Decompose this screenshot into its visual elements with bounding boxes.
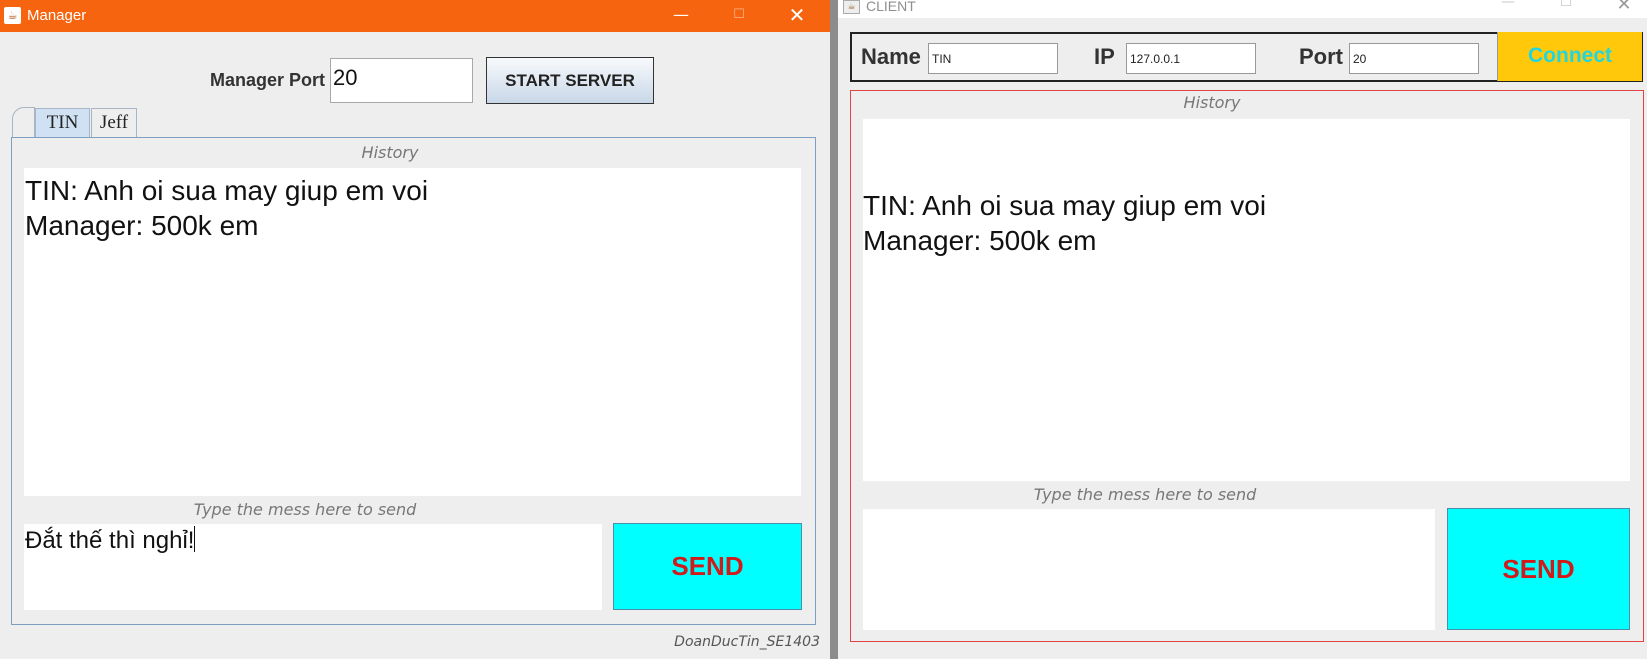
client-send-button[interactable]: SEND [1447,508,1630,630]
port-input[interactable]: 20 [1349,43,1479,74]
minimize-icon[interactable]: — [1485,0,1531,14]
history-line: TIN: Anh oi sua may giup em voi [25,175,429,206]
maximize-icon[interactable]: ☐ [716,0,762,32]
java-app-icon: ☕ [4,7,21,24]
history-caption: History [1183,93,1241,112]
tab-blank[interactable] [12,107,35,139]
history-line: Manager: 500k em [863,225,1097,256]
port-label: Port [1299,44,1343,69]
author-footer: DoanDucTin_SE1403 [674,634,820,650]
manager-history-area[interactable]: TIN: Anh oi sua may giup em voi Manager:… [24,168,801,496]
window-divider [830,0,838,659]
manager-message-input[interactable]: Đắt thế thì nghỉ! [24,524,602,610]
name-label: Name [861,44,921,69]
type-message-caption: Type the mess here to send [193,500,417,519]
manager-port-input[interactable]: 20 [330,58,473,103]
text-caret [194,526,196,552]
type-message-caption: Type the mess here to send [1033,485,1257,504]
close-icon[interactable]: ✕ [774,0,820,32]
ip-label: IP [1094,44,1115,69]
start-server-button[interactable]: START SERVER [486,57,654,104]
manager-titlebar[interactable]: ☕ [0,0,830,32]
tab-tin[interactable]: TIN [35,108,90,139]
minimize-icon[interactable]: — [658,0,704,32]
close-icon[interactable]: ✕ [1601,0,1647,15]
history-line: TIN: Anh oi sua may giup em voi [863,190,1267,221]
history-caption: History [361,143,419,162]
message-text: Đắt thế thì nghỉ! [25,527,195,554]
ip-input[interactable]: 127.0.0.1 [1126,43,1256,74]
manager-window-title: Manager [27,7,87,24]
maximize-icon[interactable]: ☐ [1543,0,1589,14]
history-line: Manager: 500k em [25,210,259,241]
client-message-input[interactable] [863,509,1435,630]
manager-send-button[interactable]: SEND [613,523,802,610]
name-input[interactable]: TIN [928,43,1058,74]
client-window-title: CLIENT [866,0,916,14]
tab-jeff[interactable]: Jeff [91,108,137,139]
connect-button[interactable]: Connect [1497,32,1642,81]
client-history-area[interactable]: TIN: Anh oi sua may giup em voi Manager:… [863,119,1630,481]
java-app-icon: ☕ [843,0,860,14]
manager-port-label: Manager Port [209,70,325,90]
